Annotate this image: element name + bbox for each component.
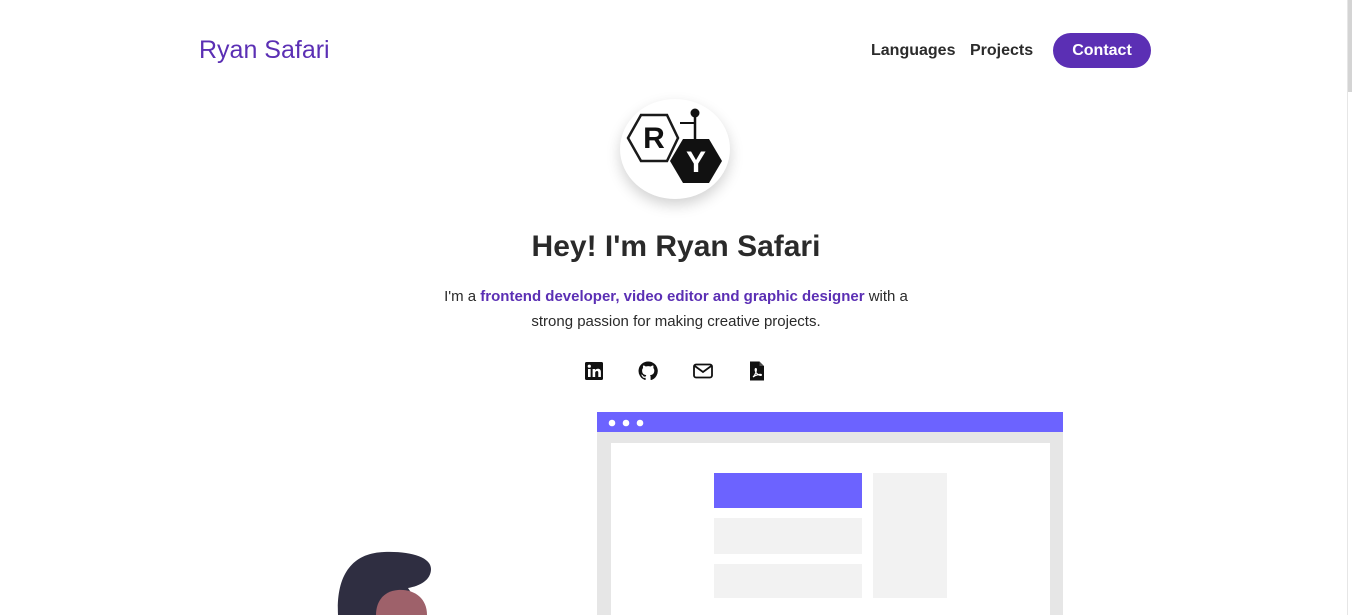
nav-link-languages[interactable]: Languages xyxy=(871,42,955,60)
mail-icon xyxy=(693,363,713,379)
github-link[interactable] xyxy=(637,360,659,382)
browser-window-graphic xyxy=(597,412,1063,615)
logo-letter-r: R xyxy=(643,122,665,155)
intro-suffix: with a xyxy=(864,288,908,305)
linkedin-link[interactable] xyxy=(583,360,605,382)
email-link[interactable] xyxy=(692,360,714,382)
intro-prefix: I'm a xyxy=(444,288,481,305)
github-icon xyxy=(638,361,658,381)
linkedin-icon xyxy=(585,362,603,380)
contact-button[interactable]: Contact xyxy=(1053,33,1151,68)
nav-link-projects[interactable]: Projects xyxy=(970,42,1033,60)
top-navigation: Ryan Safari Languages Projects Contact xyxy=(0,0,1352,100)
person-illustration xyxy=(337,551,431,615)
intro-text: I'm a frontend developer, video editor a… xyxy=(426,284,926,334)
ry-logo-icon: R Y xyxy=(626,108,722,183)
pdf-resume-icon xyxy=(750,361,764,381)
page-title: Hey! I'm Ryan Safari xyxy=(531,230,821,263)
resume-pdf-link[interactable] xyxy=(746,360,768,382)
intro-highlight: frontend developer, video editor and gra… xyxy=(480,288,865,305)
intro-line-2: strong passion for making creative proje… xyxy=(531,313,821,330)
avatar: R Y xyxy=(620,99,730,199)
hero-illustration xyxy=(337,412,1063,615)
logo-letter-y: Y xyxy=(686,146,706,179)
brand-logo-text[interactable]: Ryan Safari xyxy=(199,36,330,65)
